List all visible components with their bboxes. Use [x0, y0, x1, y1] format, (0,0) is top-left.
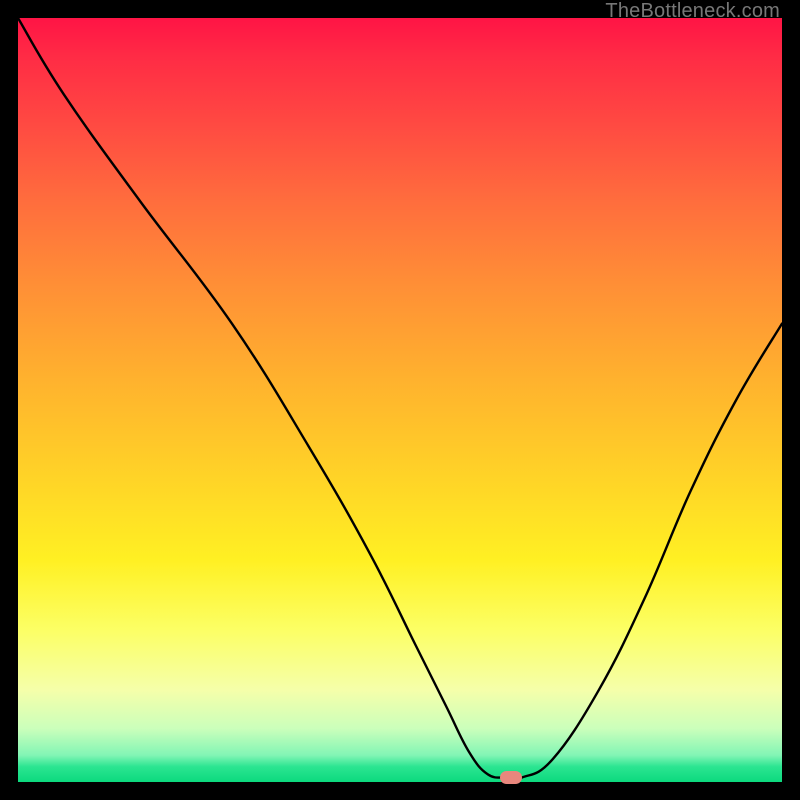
minimum-marker [500, 771, 522, 784]
bottleneck-curve [18, 18, 782, 782]
plot-area [18, 18, 782, 782]
chart-container: TheBottleneck.com [0, 0, 800, 800]
